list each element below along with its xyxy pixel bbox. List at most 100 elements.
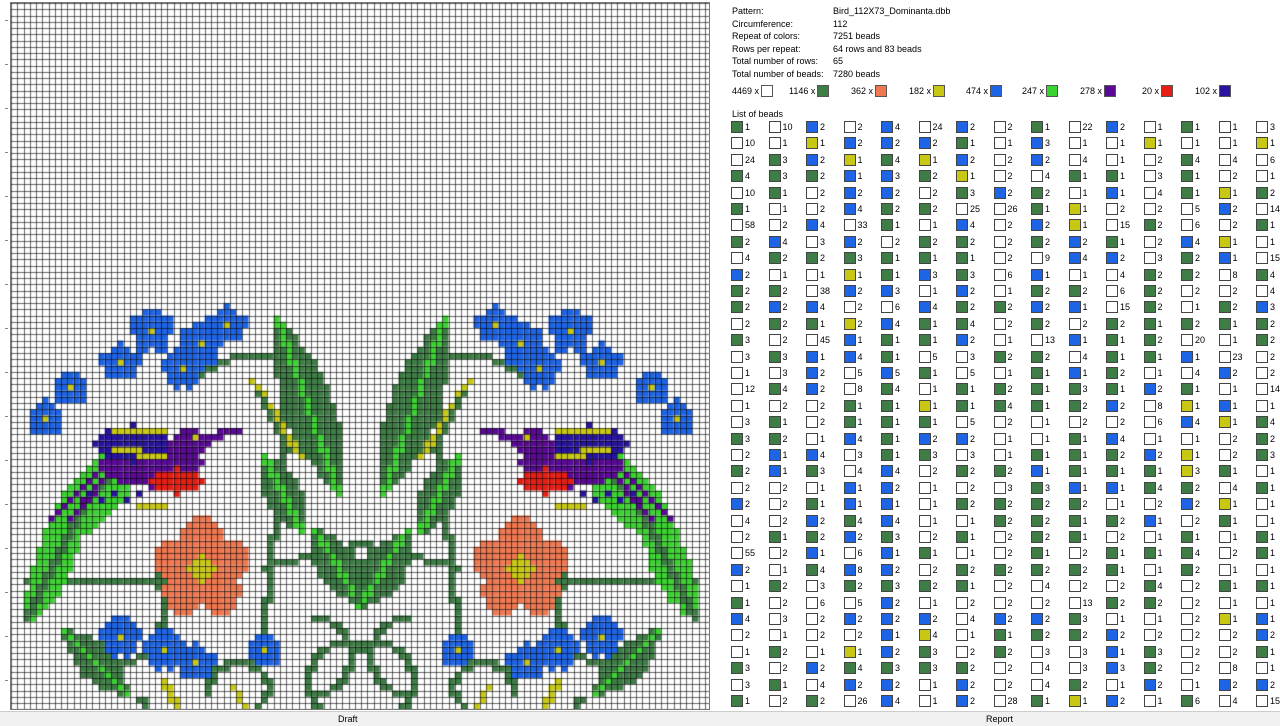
bead-entry[interactable]: 4 [1143, 579, 1163, 593]
bead-entry[interactable]: 2 [1181, 596, 1200, 610]
bead-entry[interactable]: 45 [806, 333, 830, 347]
bead-entry[interactable]: 2 [956, 333, 975, 347]
bead-entry[interactable]: 4 [768, 235, 788, 249]
bead-entry[interactable]: 1 [1256, 596, 1275, 610]
bead-entry[interactable]: 13 [1031, 333, 1055, 347]
bead-entry[interactable]: 6 [881, 300, 900, 314]
bead-entry[interactable]: 1 [993, 284, 1013, 298]
bead-entry[interactable]: 1 [956, 251, 975, 265]
bead-entry[interactable]: 4 [881, 694, 900, 708]
bead-entry[interactable]: 4 [1218, 694, 1238, 708]
bead-entry[interactable]: 4 [1181, 546, 1200, 560]
bead-entry[interactable]: 2 [1256, 678, 1275, 692]
bead-entry[interactable]: 4 [806, 300, 825, 314]
bead-entry[interactable]: 1 [1106, 481, 1125, 495]
bead-entry[interactable]: 1 [1143, 546, 1163, 560]
bead-entry[interactable]: 1 [1031, 464, 1050, 478]
bead-entry[interactable]: 58 [731, 218, 755, 232]
bead-entry[interactable]: 3 [806, 579, 825, 593]
bead-entry[interactable]: 1 [768, 628, 788, 642]
bead-entry[interactable]: 2 [731, 481, 750, 495]
bead-entry[interactable]: 8 [843, 563, 863, 577]
bead-entry[interactable]: 1 [956, 579, 975, 593]
bead-entry[interactable]: 1 [918, 399, 938, 413]
bead-entry[interactable]: 1 [918, 218, 938, 232]
bead-entry[interactable]: 10 [731, 186, 755, 200]
bead-entry[interactable]: 3 [881, 284, 900, 298]
bead-entry[interactable]: 2 [843, 136, 863, 150]
bead-entry[interactable]: 1 [843, 497, 863, 511]
bead-entry[interactable]: 2 [993, 596, 1013, 610]
bead-entry[interactable]: 4 [843, 514, 863, 528]
bead-entry[interactable]: 2 [768, 432, 788, 446]
bead-entry[interactable]: 4 [956, 317, 975, 331]
bead-entry[interactable]: 3 [731, 333, 750, 347]
bead-entry[interactable]: 28 [993, 694, 1018, 708]
bead-entry[interactable]: 4 [768, 382, 788, 396]
bead-entry[interactable]: 3 [918, 448, 938, 462]
bead-entry[interactable]: 1 [731, 366, 750, 380]
bead-entry[interactable]: 1 [1068, 169, 1088, 183]
bead-entry[interactable]: 2 [1181, 317, 1200, 331]
bead-entry[interactable]: 2 [918, 186, 938, 200]
bead-entry[interactable]: 3 [993, 481, 1013, 495]
bead-entry[interactable]: 1 [956, 546, 975, 560]
bead-entry[interactable]: 2 [806, 251, 825, 265]
bead-entry[interactable]: 2 [768, 497, 788, 511]
bead-entry[interactable]: 2 [881, 596, 900, 610]
bead-entry[interactable]: 2 [956, 497, 975, 511]
bead-entry[interactable]: 1 [1181, 120, 1200, 134]
bead-entry[interactable]: 2 [918, 464, 938, 478]
bead-entry[interactable]: 1 [768, 464, 788, 478]
bead-entry[interactable]: 2 [1218, 284, 1238, 298]
bead-entry[interactable]: 1 [806, 350, 825, 364]
bead-entry[interactable]: 3 [1068, 661, 1088, 675]
bead-entry[interactable]: 2 [806, 530, 825, 544]
bead-entry[interactable]: 1 [1256, 546, 1275, 560]
bead-entry[interactable]: 2 [1106, 628, 1125, 642]
bead-entry[interactable]: 2 [843, 628, 863, 642]
bead-entry[interactable]: 1 [768, 186, 788, 200]
bead-entry[interactable]: 2 [1256, 350, 1275, 364]
bead-entry[interactable]: 4 [881, 120, 900, 134]
bead-entry[interactable]: 2 [731, 464, 750, 478]
bead-entry[interactable]: 1 [1106, 612, 1125, 626]
bead-entry[interactable]: 2 [918, 563, 938, 577]
bead-entry[interactable]: 2 [1106, 514, 1125, 528]
bead-entry[interactable]: 2 [993, 497, 1013, 511]
bead-entry[interactable]: 23 [1218, 350, 1243, 364]
bead-entry[interactable]: 2 [843, 186, 863, 200]
bead-entry[interactable]: 10 [731, 136, 755, 150]
bead-entry[interactable]: 1 [993, 628, 1013, 642]
bead-entry[interactable]: 2 [1106, 579, 1125, 593]
bead-entry[interactable]: 4 [731, 169, 750, 183]
bead-entry[interactable]: 2 [881, 678, 900, 692]
bead-entry[interactable]: 2 [956, 432, 975, 446]
bead-entry[interactable]: 1 [1181, 678, 1200, 692]
bead-entry[interactable]: 1 [1143, 514, 1163, 528]
bead-entry[interactable]: 2 [1031, 497, 1050, 511]
bead-entry[interactable]: 2 [1143, 382, 1163, 396]
bead-entry[interactable]: 1 [1106, 136, 1125, 150]
bead-entry[interactable]: 1 [881, 333, 900, 347]
bead-entry[interactable]: 2 [731, 284, 750, 298]
bead-entry[interactable]: 1 [1218, 464, 1238, 478]
bead-entry[interactable]: 1 [881, 350, 900, 364]
bead-entry[interactable]: 3 [918, 661, 938, 675]
bead-entry[interactable]: 3 [731, 350, 750, 364]
bead-entry[interactable]: 2 [1143, 333, 1163, 347]
bead-entry[interactable]: 1 [843, 415, 863, 429]
bead-entry[interactable]: 3 [731, 432, 750, 446]
bead-entry[interactable]: 2 [881, 235, 900, 249]
bead-entry[interactable]: 2 [806, 366, 825, 380]
bead-entry[interactable]: 3 [1106, 661, 1125, 675]
bead-entry[interactable]: 2 [806, 628, 825, 642]
bead-entry[interactable]: 1 [918, 415, 938, 429]
bead-entry[interactable]: 2 [918, 432, 938, 446]
bead-entry[interactable]: 2 [993, 546, 1013, 560]
bead-entry[interactable]: 2 [1031, 235, 1050, 249]
bead-entry[interactable]: 2 [1068, 579, 1088, 593]
bead-entry[interactable]: 8 [1218, 661, 1238, 675]
bead-entry[interactable]: 1 [1031, 399, 1050, 413]
bead-entry[interactable]: 2 [843, 284, 863, 298]
